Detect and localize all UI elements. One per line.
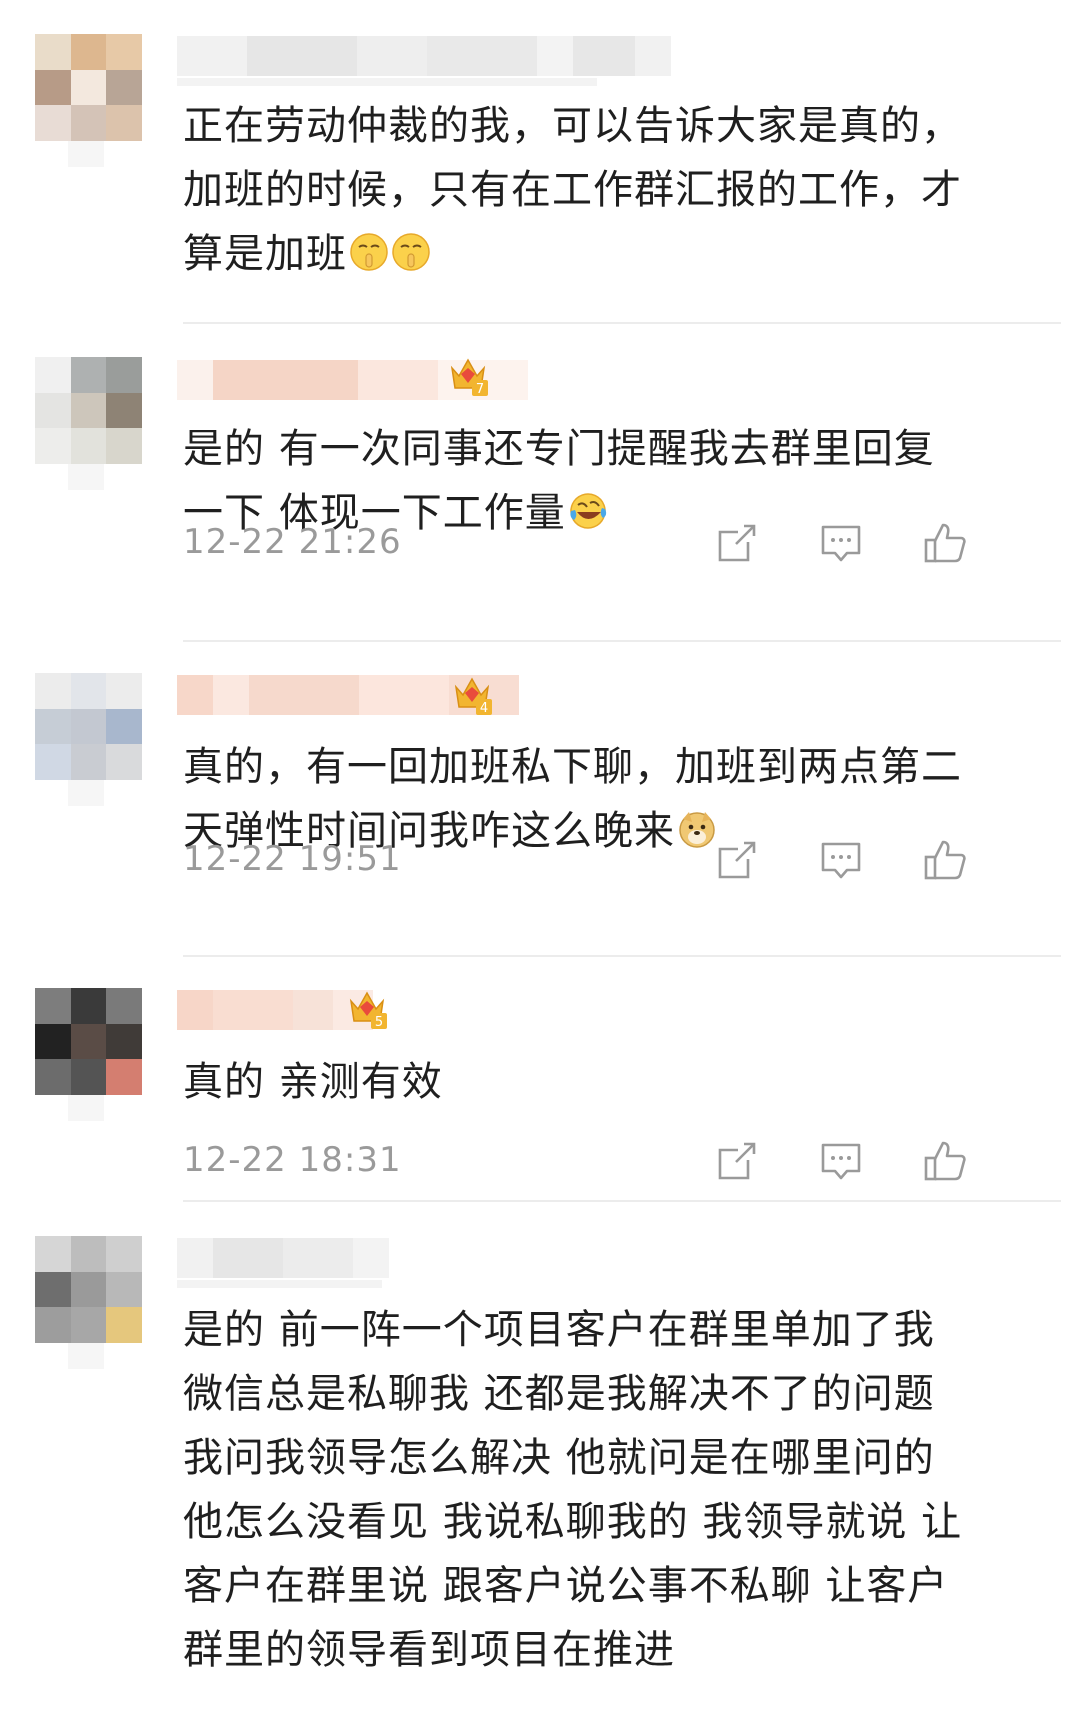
crown-badge-icon: 4 (454, 677, 492, 715)
username-blurred[interactable] (177, 988, 373, 1032)
comment-text: 真的 亲测有效 (183, 1050, 1053, 1114)
shushing-face-icon (350, 233, 388, 271)
comment-text: 正在劳动仲裁的我，可以告诉大家是真的， 加班的时候，只有在工作群汇报的工作，才 … (183, 94, 1053, 286)
avatar[interactable] (35, 988, 142, 1095)
crown-level: 5 (375, 1015, 383, 1029)
divider (183, 955, 1061, 957)
divider (183, 640, 1061, 642)
share-icon[interactable] (714, 520, 760, 566)
avatar-shadow (68, 464, 104, 490)
divider (183, 322, 1061, 324)
comment-line: 正在劳动仲裁的我，可以告诉大家是真的， (183, 103, 962, 149)
like-icon[interactable] (922, 520, 968, 566)
crown-badge-icon: 7 (450, 358, 488, 396)
laughing-tears-face-icon (569, 493, 606, 529)
comment-line: 微信总是私聊我 还都是我解决不了的问题 (183, 1371, 935, 1417)
crown-badge-icon: 5 (349, 991, 387, 1029)
comment-line: 真的，有一回加班私下聊，加班到两点第二 (183, 744, 962, 790)
reply-icon[interactable] (818, 837, 864, 883)
like-icon[interactable] (922, 1138, 968, 1184)
comment-line: 群里的领导看到项目在推进 (183, 1627, 675, 1673)
avatar[interactable] (35, 1236, 142, 1343)
avatar-shadow (68, 780, 104, 806)
avatar-shadow (68, 1095, 104, 1121)
avatar-shadow (68, 141, 104, 167)
comment-line: 是的 前一阵一个项目客户在群里单加了我 (183, 1307, 935, 1353)
comment-line: 客户在群里说 跟客户说公事不私聊 让客户 (183, 1563, 949, 1609)
comment-line-with-emoji: 算是加班 (183, 222, 1053, 286)
comment-text: 是的 前一阵一个项目客户在群里单加了我 微信总是私聊我 还都是我解决不了的问题 … (183, 1298, 1053, 1682)
like-icon[interactable] (922, 837, 968, 883)
comment-timestamp: 12-22 18:31 (183, 1140, 402, 1180)
share-icon[interactable] (714, 837, 760, 883)
avatar[interactable] (35, 357, 142, 464)
share-icon[interactable] (714, 1138, 760, 1184)
avatar[interactable] (35, 34, 142, 141)
comment-line: 算是加班 (183, 231, 347, 277)
reply-icon[interactable] (818, 520, 864, 566)
comment-line: 加班的时候，只有在工作群汇报的工作，才 (183, 167, 962, 213)
comment-timestamp: 12-22 21:26 (183, 522, 402, 562)
shushing-face-icon (392, 233, 430, 271)
crown-level: 4 (480, 701, 488, 715)
reply-icon[interactable] (818, 1138, 864, 1184)
doge-face-icon (679, 812, 715, 848)
comment-line: 我问我领导怎么解决 他就问是在哪里问的 (183, 1435, 935, 1481)
avatar-shadow (68, 1343, 104, 1369)
comment-line: 真的 亲测有效 (183, 1059, 443, 1105)
comment-line: 他怎么没看见 我说私聊我的 我领导就说 让 (183, 1499, 963, 1545)
comment-line: 是的 有一次同事还专门提醒我去群里回复 (183, 426, 935, 472)
username-blurred[interactable] (177, 34, 671, 86)
username-blurred[interactable] (177, 1236, 389, 1288)
crown-level: 7 (476, 382, 484, 396)
comment-timestamp: 12-22 19:51 (183, 839, 402, 879)
avatar[interactable] (35, 673, 142, 780)
divider (183, 1200, 1061, 1202)
